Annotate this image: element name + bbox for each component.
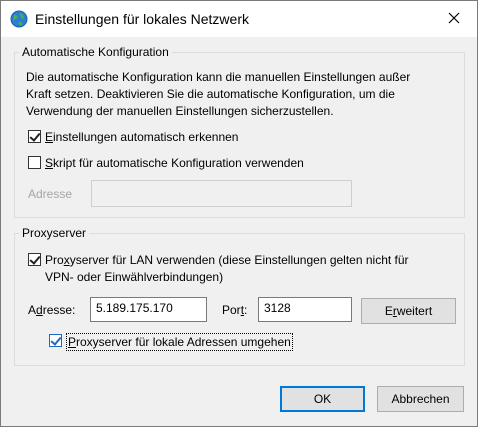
use-proxy-checkbox[interactable]: Proxyserver für LAN verwenden (diese Ein… <box>28 252 409 286</box>
globe-network-icon <box>10 10 28 28</box>
auto-config-legend: Automatische Konfiguration <box>22 45 169 59</box>
cancel-button-label: Abbrechen <box>391 392 450 406</box>
auto-script-checkbox-box[interactable] <box>28 156 41 169</box>
advanced-button-label: Erweitert <box>384 304 433 318</box>
proxy-address-input[interactable]: 5.189.175.170 <box>90 297 207 322</box>
auto-detect-checkbox[interactable]: Einstellungen automatisch erkennen <box>28 129 238 145</box>
cancel-button[interactable]: Abbrechen <box>377 386 464 412</box>
advanced-button[interactable]: Erweitert <box>361 298 456 324</box>
auto-detect-label: Einstellungen automatisch erkennen <box>45 130 239 144</box>
use-proxy-checkbox-box[interactable] <box>28 253 41 266</box>
title-bar: Einstellungen für lokales Netzwerk <box>1 1 477 37</box>
bypass-local-checkbox-box[interactable] <box>49 334 62 347</box>
proxy-address-label: Adresse: <box>28 303 76 317</box>
lan-settings-dialog: Einstellungen für lokales Netzwerk Autom… <box>0 0 478 427</box>
ok-button-label: OK <box>313 392 332 406</box>
auto-detect-checkbox-box[interactable] <box>28 130 41 143</box>
close-icon <box>448 12 460 27</box>
description-line: Kraft setzen. Deaktivieren Sie die autom… <box>26 87 395 101</box>
auto-script-checkbox[interactable]: Skript für automatische Konfiguration ve… <box>28 155 304 171</box>
use-proxy-label: Proxyserver für LAN verwenden (diese Ein… <box>45 253 409 284</box>
bypass-local-checkbox[interactable]: Proxyserver für lokale Adressen umgehen <box>49 333 293 351</box>
description-line: Verwendung der manuellen Einstellungen s… <box>26 104 334 118</box>
close-button[interactable] <box>441 8 467 30</box>
ok-button[interactable]: OK <box>280 386 365 412</box>
auto-config-description: Die automatische Konfiguration kann die … <box>26 69 456 120</box>
proxy-port-label: Port: <box>222 303 248 317</box>
window-title: Einstellungen für lokales Netzwerk <box>35 11 249 27</box>
proxy-port-input[interactable]: 3128 <box>258 297 352 322</box>
script-address-field[interactable] <box>91 180 352 207</box>
proxy-legend: Proxyserver <box>22 226 87 240</box>
script-address-label: Adresse <box>28 187 73 201</box>
description-line: Die automatische Konfiguration kann die … <box>26 70 411 84</box>
bypass-local-label: Proxyserver für lokale Adressen umgehen <box>66 333 293 351</box>
auto-script-label: Skript für automatische Konfiguration ve… <box>45 156 304 170</box>
